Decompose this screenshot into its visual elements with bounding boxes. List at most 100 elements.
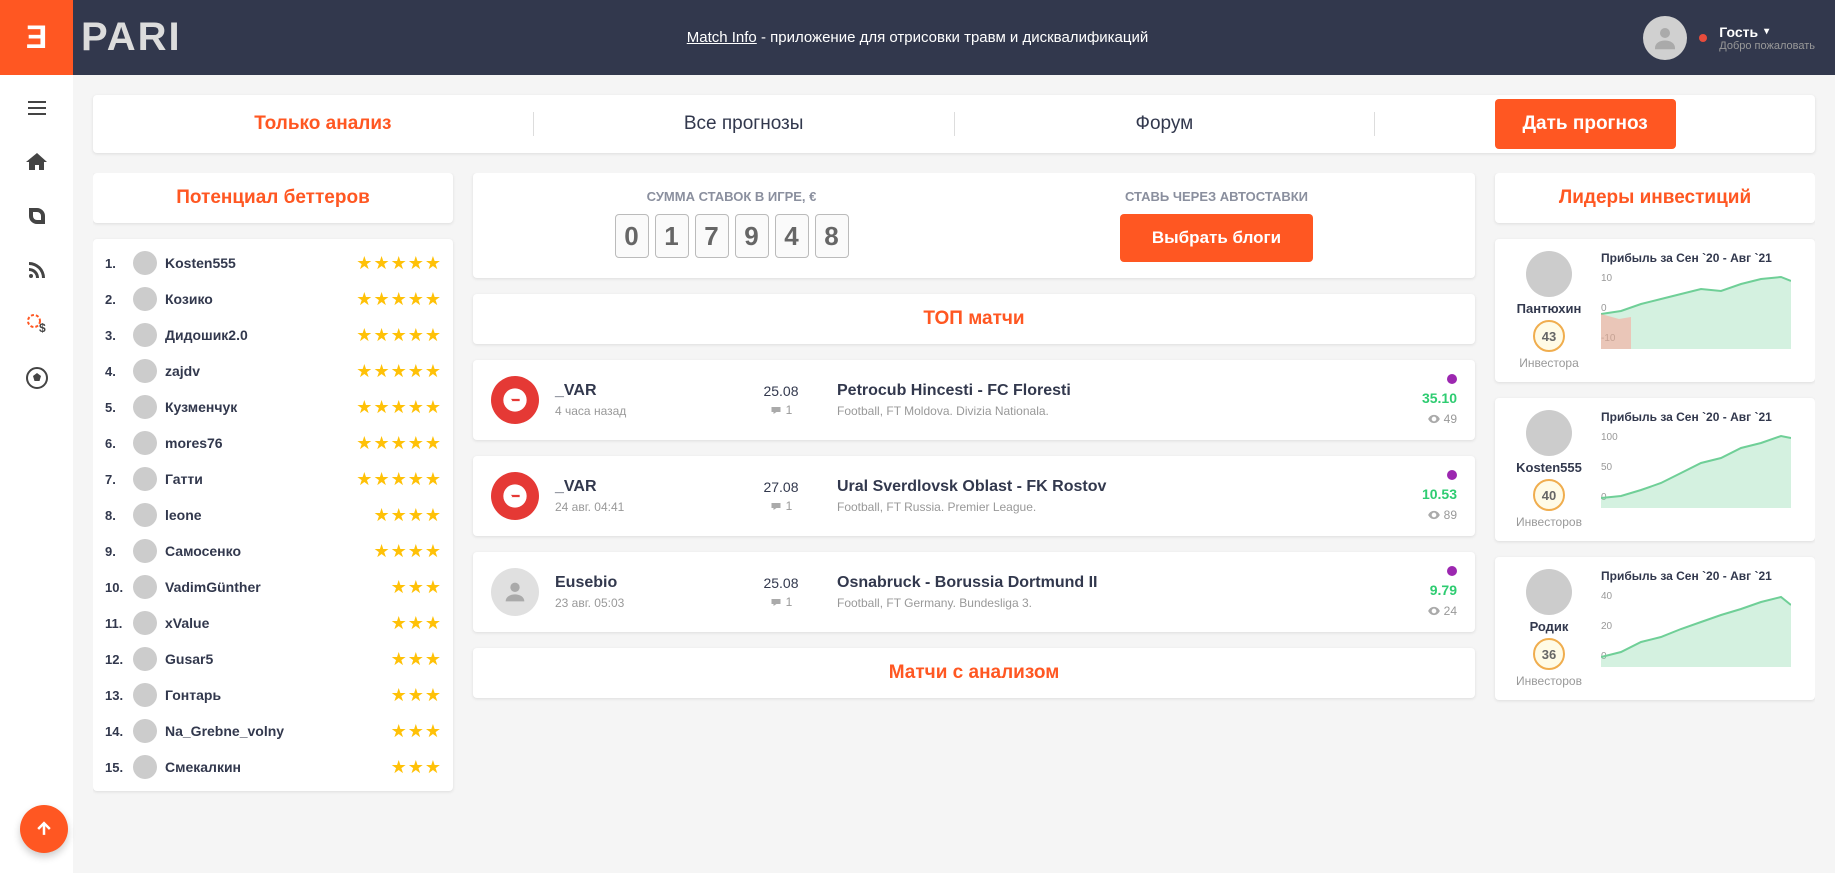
match-avatar-icon (491, 568, 539, 616)
star-icon: ★ (391, 325, 407, 346)
counter-digit: 1 (655, 214, 689, 258)
investors-title: Лидеры инвестиций (1495, 173, 1815, 223)
star-icon: ★ (391, 289, 407, 310)
bettor-num: 14. (105, 724, 133, 739)
star-icon: ★ (356, 289, 372, 310)
bettor-num: 7. (105, 472, 133, 487)
choose-blogs-button[interactable]: Выбрать блоги (1120, 214, 1313, 262)
bettor-row[interactable]: 6.mores76★★★★★ (93, 425, 453, 461)
star-icon: ★ (373, 325, 389, 346)
bettor-avatar-icon (133, 647, 157, 671)
investor-avatar-icon (1526, 251, 1572, 297)
star-icon: ★ (356, 469, 372, 490)
bettor-row[interactable]: 13.Гонтарь★★★ (93, 677, 453, 713)
match-info-link[interactable]: Match Info (687, 29, 757, 46)
investor-card[interactable]: Пантюхин43Инвестора Прибыль за Сен `20 -… (1495, 239, 1815, 382)
bettor-row[interactable]: 14.Na_Grebne_volny★★★ (93, 713, 453, 749)
bettors-list: 1.Kosten555★★★★★2.Козико★★★★★3.Дидошик2.… (93, 239, 453, 791)
blog-icon[interactable] (24, 203, 50, 229)
investor-label: Инвесторов (1516, 674, 1582, 688)
star-icon: ★ (391, 253, 407, 274)
bettor-avatar-icon (133, 431, 157, 455)
tab-analysis[interactable]: Только анализ (113, 113, 533, 135)
star-icon: ★ (356, 433, 372, 454)
bettor-name: Козико (165, 291, 356, 307)
star-icon: ★ (391, 577, 407, 598)
user-name: Гость (1719, 24, 1758, 40)
star-icon: ★ (425, 253, 441, 274)
give-forecast-button[interactable]: Дать прогноз (1495, 99, 1676, 149)
bettor-row[interactable]: 8.leone★★★★ (93, 497, 453, 533)
mini-chart: 100-10 (1601, 269, 1801, 349)
stars: ★★★★★ (356, 469, 441, 490)
tab-forum[interactable]: Форум (955, 113, 1375, 135)
user-menu[interactable]: Гость ▾ Добро пожаловать (1643, 16, 1815, 60)
bettor-row[interactable]: 10.VadimGünther★★★ (93, 569, 453, 605)
match-comments: 1 (741, 403, 821, 417)
football-icon[interactable] (24, 365, 50, 391)
bettor-avatar-icon (133, 611, 157, 635)
star-icon: ★ (391, 469, 407, 490)
star-icon: ★ (408, 253, 424, 274)
star-icon: ★ (373, 505, 389, 526)
investor-card[interactable]: Kosten55540Инвесторов Прибыль за Сен `20… (1495, 398, 1815, 541)
logo-icon[interactable]: Ǝ (0, 0, 73, 75)
bettor-name: Гонтарь (165, 687, 391, 703)
bettor-row[interactable]: 2.Козико★★★★★ (93, 281, 453, 317)
investor-label: Инвестора (1519, 356, 1579, 370)
investor-badge: 40 (1533, 479, 1565, 511)
bettor-row[interactable]: 5.Кузменчук★★★★★ (93, 389, 453, 425)
star-icon: ★ (425, 685, 441, 706)
match-time: 4 часа назад (555, 404, 725, 418)
bettor-row[interactable]: 9.Самосенко★★★★ (93, 533, 453, 569)
match-date: 25.08 (741, 575, 821, 591)
stars: ★★★ (391, 577, 441, 598)
star-icon: ★ (373, 433, 389, 454)
svg-text:40: 40 (1601, 591, 1613, 602)
bettor-name: zajdv (165, 363, 356, 379)
svg-text:10: 10 (1601, 273, 1613, 284)
match-coef: 9.79 (1430, 582, 1457, 598)
star-icon: ★ (391, 397, 407, 418)
status-dot-icon (1447, 566, 1457, 576)
bettor-row[interactable]: 7.Гатти★★★★★ (93, 461, 453, 497)
star-icon: ★ (425, 325, 441, 346)
match-card[interactable]: Eusebio23 авг. 05:03 25.08 1 Osnabruck -… (473, 552, 1475, 632)
investor-card[interactable]: Родик36Инвесторов Прибыль за Сен `20 - А… (1495, 557, 1815, 700)
stars: ★★★ (391, 613, 441, 634)
svg-text:20: 20 (1601, 621, 1613, 632)
star-icon: ★ (373, 253, 389, 274)
match-card[interactable]: _VAR4 часа назад 25.08 1 Petrocub Hinces… (473, 360, 1475, 440)
star-icon: ★ (408, 757, 424, 778)
rss-icon[interactable] (24, 257, 50, 283)
investor-avatar-icon (1526, 569, 1572, 615)
header-center: Match Info - приложение для отрисовки тр… (687, 29, 1149, 46)
match-views: 24 (1427, 604, 1457, 618)
home-icon[interactable] (24, 149, 50, 175)
bettor-num: 12. (105, 652, 133, 667)
menu-icon[interactable] (24, 95, 50, 121)
bettor-row[interactable]: 1.Kosten555★★★★★ (93, 245, 453, 281)
match-author: _VAR (555, 382, 725, 400)
bettor-row[interactable]: 3.Дидошик2.0★★★★★ (93, 317, 453, 353)
bettor-avatar-icon (133, 251, 157, 275)
bettor-name: Дидошик2.0 (165, 327, 356, 343)
investor-chart-title: Прибыль за Сен `20 - Авг `21 (1601, 569, 1801, 583)
match-card[interactable]: _VAR24 авг. 04:41 27.08 1 Ural Sverdlovs… (473, 456, 1475, 536)
sum-label: СУММА СТАВОК В ИГРЕ, € (489, 189, 974, 204)
money-icon[interactable]: $ (24, 311, 50, 337)
tabs-bar: Только анализ Все прогнозы Форум Дать пр… (93, 95, 1815, 153)
bettor-row[interactable]: 11.xValue★★★ (93, 605, 453, 641)
top-matches-title: ТОП матчи (473, 294, 1475, 344)
bettor-row[interactable]: 15.Смекалкин★★★ (93, 749, 453, 785)
counter-digit: 8 (815, 214, 849, 258)
star-icon: ★ (356, 325, 372, 346)
stars: ★★★ (391, 685, 441, 706)
bettor-row[interactable]: 12.Gusar5★★★ (93, 641, 453, 677)
svg-text:100: 100 (1601, 432, 1618, 443)
bettor-row[interactable]: 4.zajdv★★★★★ (93, 353, 453, 389)
scroll-up-fab[interactable] (20, 805, 68, 853)
star-icon: ★ (408, 613, 424, 634)
tab-all[interactable]: Все прогнозы (534, 113, 954, 135)
user-welcome: Добро пожаловать (1719, 40, 1815, 52)
